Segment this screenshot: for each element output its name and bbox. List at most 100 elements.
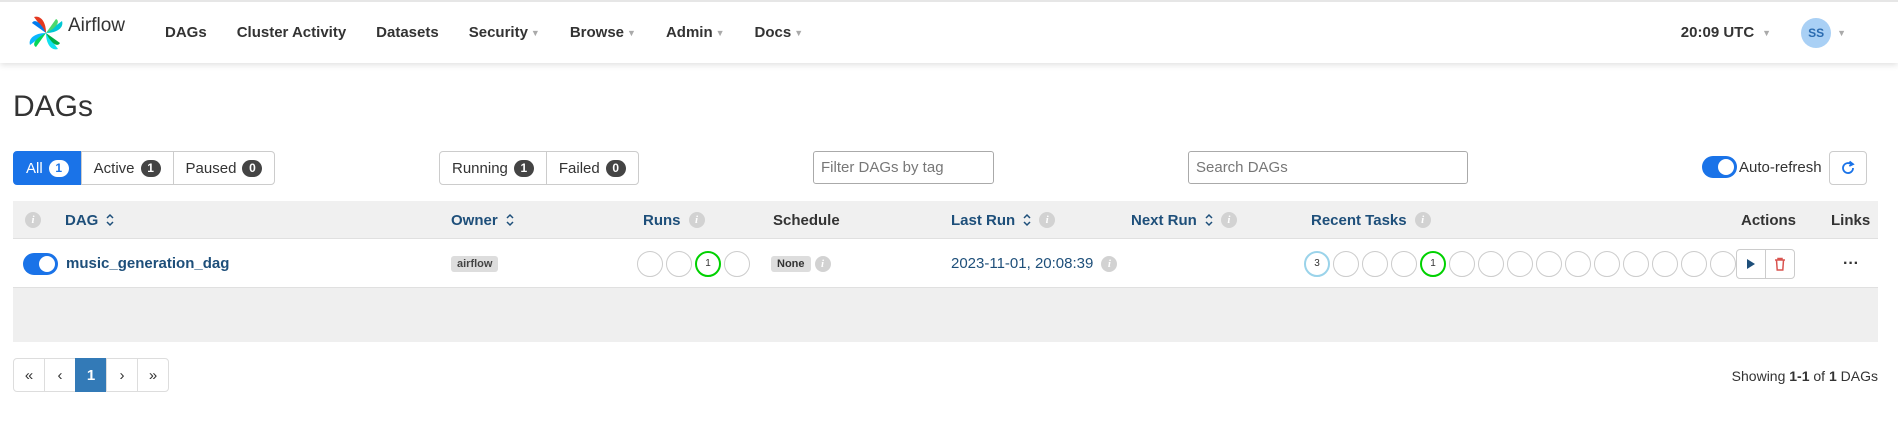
brand[interactable]: Airflow (26, 13, 125, 53)
top-navbar: Airflow DAGs Cluster Activity Datasets S… (0, 0, 1898, 63)
caret-down-icon[interactable]: ▼ (1837, 28, 1846, 38)
delete-dag-button[interactable] (1765, 248, 1795, 279)
schedule-cell: None i (771, 239, 831, 288)
user-avatar[interactable]: SS (1801, 17, 1832, 48)
task-status-circle[interactable] (1333, 250, 1359, 277)
col-next-run-header[interactable]: Next Run i (1131, 201, 1237, 239)
showing-range: 1-1 (1789, 368, 1810, 384)
nav-cluster-activity[interactable]: Cluster Activity (222, 24, 361, 41)
task-status-circle[interactable] (1362, 250, 1388, 277)
trash-icon (1775, 257, 1785, 271)
next-page-button[interactable]: › (106, 358, 138, 392)
info-icon[interactable]: i (25, 201, 41, 239)
table-row: music_generation_dag airflow 1 None i 20… (13, 239, 1878, 288)
info-icon[interactable]: i (1039, 212, 1056, 228)
filter-paused-button[interactable]: Paused 0 (172, 151, 276, 185)
col-recent-tasks-header: Recent Tasks i (1311, 201, 1431, 239)
caret-down-icon: ▼ (715, 28, 725, 39)
task-status-circle[interactable] (1478, 250, 1504, 277)
count-badge: 0 (605, 159, 626, 177)
info-icon[interactable]: i (1220, 212, 1237, 228)
task-status-circle[interactable] (1652, 250, 1678, 277)
info-icon[interactable]: i (1414, 212, 1431, 228)
dag-id-link[interactable]: music_generation_dag (66, 255, 229, 272)
run-status-circle[interactable] (724, 250, 750, 277)
task-status-circle[interactable] (1536, 250, 1562, 277)
col-schedule-header: Schedule (773, 201, 840, 239)
auto-refresh-toggle[interactable]: Auto-refresh (1702, 156, 1822, 178)
task-status-circle[interactable] (1710, 250, 1736, 277)
info-icon[interactable]: i (814, 255, 831, 272)
col-schedule-label: Schedule (773, 211, 840, 229)
nav-right: 20:09 UTC ▼ SS ▼ (1681, 2, 1898, 63)
task-status-circle[interactable] (1507, 250, 1533, 277)
toggle-switch[interactable] (1702, 156, 1737, 178)
col-last-run-label: Last Run (951, 211, 1016, 229)
task-status-circle[interactable] (1681, 250, 1707, 277)
links-cell: ··· (1843, 239, 1859, 288)
count-badge: 1 (140, 159, 161, 177)
caret-down-icon: ▼ (627, 28, 636, 39)
timezone-dropdown[interactable]: 20:09 UTC ▼ (1681, 24, 1771, 41)
first-page-button[interactable]: « (13, 358, 45, 392)
run-status-circle[interactable] (666, 250, 692, 277)
run-status-circle[interactable] (637, 250, 663, 277)
dag-pause-toggle[interactable] (23, 252, 58, 275)
recent-tasks-cell: 3 1 (1304, 239, 1739, 288)
links-menu-icon[interactable]: ··· (1843, 255, 1859, 273)
nav-browse[interactable]: Browse ▼ (555, 24, 651, 41)
main-nav: DAGs Cluster Activity Datasets Security ▼… (150, 2, 818, 63)
filter-running-label: Running (452, 159, 508, 177)
col-dag-label: DAG (65, 211, 99, 229)
nav-docs-label: Docs (754, 24, 792, 41)
filter-active-label: Active (93, 159, 135, 177)
brand-name: Airflow (68, 15, 126, 36)
col-dag-header[interactable]: DAG (65, 201, 114, 239)
trigger-dag-button[interactable] (1736, 248, 1766, 279)
nav-browse-label: Browse (569, 24, 625, 41)
run-status-circle[interactable]: 1 (695, 250, 721, 277)
filter-all-button[interactable]: All 1 (13, 151, 82, 185)
task-status-circle[interactable]: 1 (1420, 250, 1446, 277)
dags-table: i DAG Owner Runs i Schedule Last Run i N… (13, 201, 1878, 342)
col-actions-label: Actions (1741, 211, 1797, 229)
col-actions-header: Actions (1741, 201, 1796, 239)
count-badge: 1 (513, 159, 534, 177)
refresh-button[interactable] (1829, 151, 1867, 185)
tag-filter-input[interactable] (813, 151, 994, 184)
showing-total: 1 (1828, 368, 1837, 384)
page-title: DAGs (13, 90, 94, 123)
nav-security[interactable]: Security ▼ (454, 24, 555, 41)
task-status-circle[interactable]: 3 (1304, 250, 1330, 277)
task-status-circle[interactable] (1623, 250, 1649, 277)
nav-dags[interactable]: DAGs (150, 24, 222, 41)
task-status-circle[interactable] (1391, 250, 1417, 277)
task-status-circle[interactable] (1565, 250, 1591, 277)
filter-failed-label: Failed (558, 159, 600, 177)
nav-admin[interactable]: Admin ▼ (651, 24, 740, 41)
task-status-circle[interactable] (1594, 250, 1620, 277)
last-page-button[interactable]: » (137, 358, 169, 392)
caret-down-icon: ▼ (1762, 28, 1772, 39)
col-last-run-header[interactable]: Last Run i (951, 201, 1056, 239)
task-status-circle[interactable] (1449, 250, 1475, 277)
nav-docs[interactable]: Docs ▼ (740, 24, 819, 41)
last-run-cell: 2023-11-01, 20:08:39 i (951, 239, 1118, 288)
page-1-button[interactable]: 1 (75, 358, 107, 392)
prev-page-button[interactable]: ‹ (44, 358, 76, 392)
last-run-link[interactable]: 2023-11-01, 20:08:39 (951, 255, 1093, 272)
filter-active-button[interactable]: Active 1 (80, 151, 174, 185)
search-dags-input[interactable] (1188, 151, 1468, 184)
count-badge: 0 (242, 159, 263, 177)
filter-failed-button[interactable]: Failed 0 (545, 151, 639, 185)
info-icon[interactable]: i (688, 212, 705, 228)
refresh-icon (1842, 160, 1855, 174)
owner-badge[interactable]: airflow (451, 255, 499, 272)
sort-icon (1023, 213, 1031, 227)
info-icon[interactable]: i (1101, 255, 1118, 272)
filter-running-button[interactable]: Running 1 (439, 151, 547, 185)
nav-datasets[interactable]: Datasets (361, 24, 454, 41)
showing-summary: Showing 1-1 of 1 DAGs (1732, 359, 1878, 393)
col-owner-header[interactable]: Owner (451, 201, 514, 239)
action-buttons (1736, 248, 1795, 279)
